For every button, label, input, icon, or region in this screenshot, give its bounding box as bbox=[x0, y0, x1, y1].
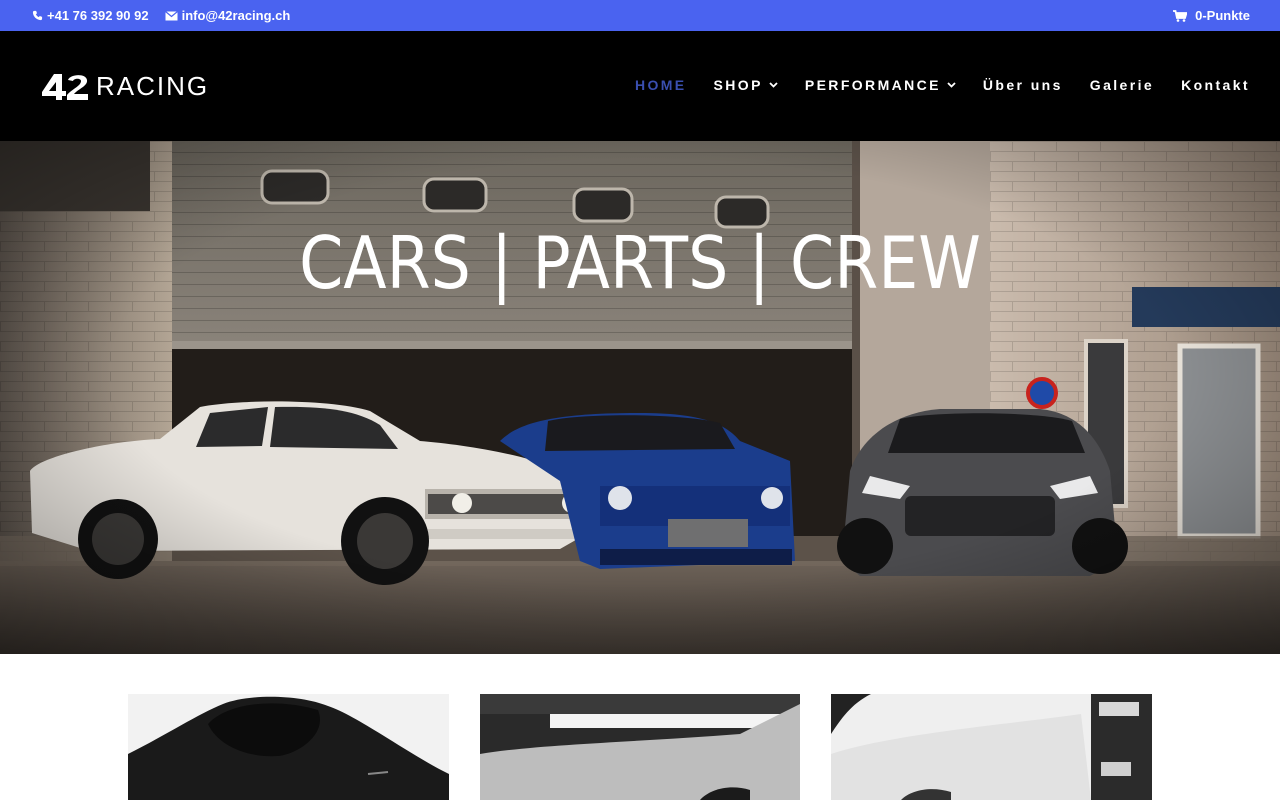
nav-galerie-label: Galerie bbox=[1089, 77, 1155, 93]
nav-performance-label: PERFORMANCE bbox=[804, 77, 941, 93]
nav-galerie[interactable]: Galerie bbox=[1090, 77, 1154, 93]
nav-kontakt[interactable]: Kontakt bbox=[1181, 77, 1250, 93]
garage-car-image bbox=[480, 694, 800, 800]
chevron-down-icon bbox=[769, 82, 778, 88]
car-detail-image bbox=[831, 694, 1152, 800]
card-hoodie[interactable] bbox=[128, 694, 449, 800]
email-link[interactable]: info@42racing.ch bbox=[164, 8, 291, 23]
phone-link[interactable]: +41 76 392 90 92 bbox=[32, 8, 149, 23]
nav-home[interactable]: HOME bbox=[635, 77, 687, 93]
cart-label: 0-Punkte bbox=[1195, 8, 1250, 23]
nav-shop-label: SHOP bbox=[713, 77, 763, 93]
nav-performance[interactable]: PERFORMANCE bbox=[805, 77, 956, 93]
nav-shop[interactable]: SHOP bbox=[714, 77, 778, 93]
chevron-down-icon bbox=[947, 82, 956, 88]
logo-text: RACING bbox=[96, 71, 210, 101]
card-garage[interactable] bbox=[480, 694, 800, 800]
logo-mark-42 bbox=[42, 73, 88, 100]
envelope-icon bbox=[164, 10, 178, 20]
nav-ueber-uns[interactable]: Über uns bbox=[983, 77, 1063, 93]
nav-ueber-uns-label: Über uns bbox=[982, 77, 1063, 93]
top-bar: +41 76 392 90 92 info@42racing.ch 0-Punk… bbox=[0, 0, 1280, 31]
card-car-detail[interactable] bbox=[831, 694, 1152, 800]
hero-title: CARS | PARTS | CREW bbox=[299, 221, 981, 305]
site-header: RACING HOME SHOP PERFORMANCE Über uns Ga… bbox=[0, 31, 1280, 141]
hoodie-image bbox=[128, 694, 449, 800]
phone-icon bbox=[32, 10, 43, 21]
nav-kontakt-label: Kontakt bbox=[1181, 77, 1250, 93]
main-nav: HOME SHOP PERFORMANCE Über uns Galerie K… bbox=[608, 77, 1250, 93]
phone-number: +41 76 392 90 92 bbox=[47, 8, 149, 23]
hero-banner: CARS | PARTS | CREW bbox=[0, 141, 1280, 654]
cart-link[interactable]: 0-Punkte bbox=[1173, 8, 1250, 23]
hero-garage-photo bbox=[0, 141, 1280, 654]
site-logo[interactable]: RACING bbox=[40, 71, 209, 102]
nav-home-label: HOME bbox=[634, 77, 687, 93]
cart-icon bbox=[1173, 9, 1188, 22]
email-address: info@42racing.ch bbox=[181, 8, 291, 23]
